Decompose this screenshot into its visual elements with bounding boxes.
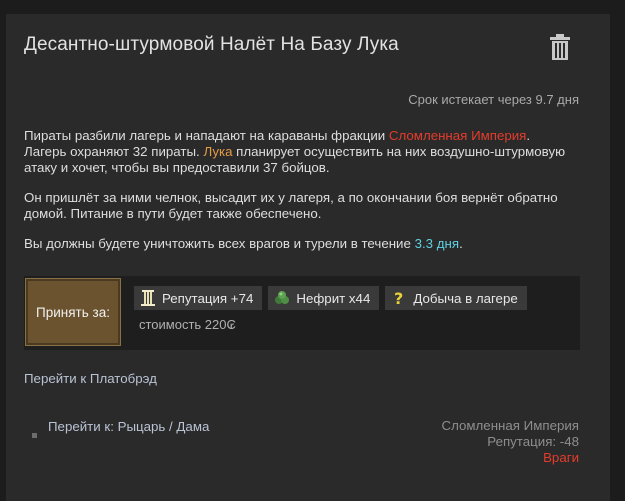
quest-description: Пираты разбили лагерь и нападают на кара… <box>24 128 589 266</box>
goto-platform-link[interactable]: Перейти к Платобрэд <box>24 371 157 386</box>
text-segment: Вы должны будете уничтожить всех врагов … <box>24 236 415 251</box>
goto-knight-link[interactable]: Перейти к: Рыцарь / Дама <box>48 419 209 434</box>
description-paragraph-1: Пираты разбили лагерь и нападают на кара… <box>24 128 589 176</box>
jade-icon <box>275 291 290 304</box>
text-segment: Пираты разбили лагерь и нападают на кара… <box>24 128 389 143</box>
text-segment: . <box>459 236 463 251</box>
trash-icon[interactable] <box>549 34 571 60</box>
faction-reputation: Репутация: -48 <box>487 434 579 449</box>
person-name-highlight: Лука <box>203 144 233 159</box>
column-icon <box>141 290 155 306</box>
faction-name: Сломленная Империя <box>441 418 580 433</box>
text-segment: Лагерь охраняют 32 пираты. <box>24 144 204 159</box>
description-paragraph-2: Он пришлёт за ними челнок, высадит их у … <box>24 190 558 221</box>
reward-row: Принять за: Репутация +74 Нефрит x44 ? Д… <box>24 276 580 350</box>
accept-button[interactable]: Принять за: <box>25 278 121 346</box>
text-segment: . <box>526 128 531 143</box>
faction-name-highlight: Сломленная Империя <box>388 128 527 143</box>
time-limit-highlight: 3.3 дня <box>414 236 460 251</box>
faction-info: Сломленная Империя Репутация: -48 Враги <box>442 418 580 466</box>
reward-item-reputation[interactable]: Репутация +74 <box>134 286 263 310</box>
reward-item-loot[interactable]: ? Добыча в лагере <box>385 286 527 310</box>
bullet-icon <box>32 433 37 438</box>
reward-item-label: Нефрит x44 <box>296 290 371 306</box>
description-paragraph-3: Вы должны будете уничтожить всех врагов … <box>24 236 589 252</box>
reward-item-jade[interactable]: Нефрит x44 <box>268 286 380 310</box>
quest-panel: Десантно-штурмовой Налёт На Базу Лука Ср… <box>6 14 610 501</box>
reward-items: Репутация +74 Нефрит x44 ? Добыча в лаге… <box>134 286 527 310</box>
reward-cost: стоимость 220₢ <box>139 317 236 332</box>
svg-text:?: ? <box>394 289 403 307</box>
expiry-text: Срок истекает через 9.7 дня <box>408 92 579 107</box>
faction-relation: Враги <box>543 450 579 465</box>
question-icon: ? <box>394 289 403 307</box>
reward-item-label: Добыча в лагере <box>413 290 518 306</box>
reward-item-label: Репутация +74 <box>162 290 254 306</box>
quest-title: Десантно-штурмовой Налёт На Базу Лука <box>24 34 399 55</box>
